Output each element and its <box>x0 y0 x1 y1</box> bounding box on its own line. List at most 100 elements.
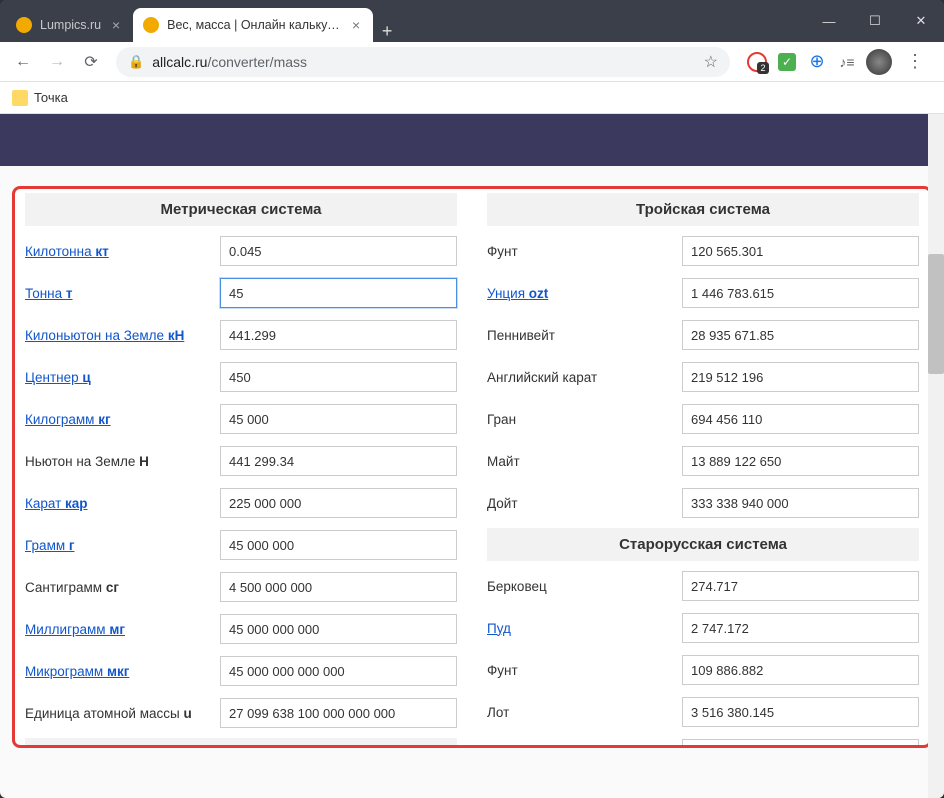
unit-row: Килотонна кт <box>25 234 457 268</box>
value-input[interactable] <box>220 530 457 560</box>
close-icon[interactable]: × <box>349 18 363 32</box>
media-control-icon[interactable]: ♪≡ <box>836 51 858 73</box>
unit-row: Пеннивейт <box>487 318 919 352</box>
globe-extension-icon[interactable]: ⊕ <box>806 51 828 73</box>
address-bar[interactable]: 🔒 allcalc.ru/converter/mass ☆ <box>116 47 730 77</box>
unit-label[interactable]: Килоньютон на Земле кН <box>25 328 220 343</box>
close-icon[interactable]: × <box>109 18 123 32</box>
value-input[interactable] <box>220 278 457 308</box>
unit-row: Английский карат <box>487 360 919 394</box>
favicon-icon <box>16 17 32 33</box>
unit-label[interactable]: Грамм г <box>25 538 220 553</box>
page-header-banner <box>0 114 944 166</box>
unit-row: Унция ozt <box>487 276 919 310</box>
value-input[interactable] <box>682 739 919 748</box>
value-input[interactable] <box>682 571 919 601</box>
value-input[interactable] <box>682 362 919 392</box>
unit-label: Дойт <box>487 496 682 511</box>
unit-row: Сантиграмм сг <box>25 570 457 604</box>
unit-label: Фунт <box>487 244 682 259</box>
close-button[interactable]: ✕ <box>898 0 944 42</box>
unit-label: Сантиграмм сг <box>25 580 220 595</box>
unit-label: Ньютон на Земле Н <box>25 454 220 469</box>
unit-label[interactable]: Миллиграмм мг <box>25 622 220 637</box>
unit-row: Единица атомной массы u <box>25 696 457 730</box>
unit-label: Золотник <box>487 747 682 749</box>
value-input[interactable] <box>220 320 457 350</box>
unit-row: Ньютон на Земле Н <box>25 444 457 478</box>
lock-icon: 🔒 <box>128 54 144 70</box>
unit-label: Пеннивейт <box>487 328 682 343</box>
value-input[interactable] <box>682 697 919 727</box>
value-input[interactable] <box>682 278 919 308</box>
folder-icon <box>12 90 28 106</box>
unit-label[interactable]: Пуд <box>487 621 682 636</box>
bookmark-star-icon[interactable]: ☆ <box>704 52 718 72</box>
unit-row: Миллиграмм мг <box>25 612 457 646</box>
unit-label[interactable]: Микрограмм мкг <box>25 664 220 679</box>
unit-label[interactable]: Унция ozt <box>487 286 682 301</box>
unit-row: Грамм г <box>25 528 457 562</box>
value-input[interactable] <box>682 404 919 434</box>
profile-avatar[interactable] <box>866 49 892 75</box>
value-input[interactable] <box>220 446 457 476</box>
value-input[interactable] <box>220 572 457 602</box>
reload-button[interactable]: ⟳ <box>76 47 106 77</box>
value-input[interactable] <box>682 236 919 266</box>
forward-button[interactable]: → <box>42 47 72 77</box>
unit-row: Карат кар <box>25 486 457 520</box>
unit-label: Единица атомной массы u <box>25 706 220 721</box>
opera-extension-icon[interactable]: 2 <box>746 51 768 73</box>
unit-row: Дойт <box>487 486 919 520</box>
unit-row: Гран <box>487 402 919 436</box>
unit-row: Микрограмм мкг <box>25 654 457 688</box>
value-input[interactable] <box>682 320 919 350</box>
unit-label: Английский карат <box>487 370 682 385</box>
value-input[interactable] <box>220 404 457 434</box>
unit-row: Килограмм кг <box>25 402 457 436</box>
tab-allcalc[interactable]: Вес, масса | Онлайн калькулятор × <box>133 8 373 42</box>
value-input[interactable] <box>220 698 457 728</box>
value-input[interactable] <box>682 655 919 685</box>
value-input[interactable] <box>220 236 457 266</box>
unit-label[interactable]: Центнер ц <box>25 370 220 385</box>
unit-label[interactable]: Килограмм кг <box>25 412 220 427</box>
value-input[interactable] <box>220 656 457 686</box>
value-input[interactable] <box>220 614 457 644</box>
value-input[interactable] <box>220 362 457 392</box>
converter-panel: Метрическая система Килотонна ктТонна тК… <box>12 186 932 748</box>
tab-lumpics[interactable]: Lumpics.ru × <box>6 8 133 42</box>
favicon-icon <box>143 17 159 33</box>
unit-row: Пуд <box>487 611 919 645</box>
unit-row: Лот <box>487 695 919 729</box>
section-heading-american: Американская система - avoirdupois <box>25 738 457 748</box>
value-input[interactable] <box>682 613 919 643</box>
value-input[interactable] <box>220 488 457 518</box>
unit-row: Фунт <box>487 234 919 268</box>
check-extension-icon[interactable]: ✓ <box>776 51 798 73</box>
unit-label: Лот <box>487 705 682 720</box>
section-heading-troy: Тройская система <box>487 193 919 226</box>
maximize-button[interactable]: ☐ <box>852 0 898 42</box>
unit-label: Гран <box>487 412 682 427</box>
back-button[interactable]: ← <box>8 47 38 77</box>
tab-title: Вес, масса | Онлайн калькулятор <box>167 18 341 32</box>
unit-label[interactable]: Тонна т <box>25 286 220 301</box>
value-input[interactable] <box>682 446 919 476</box>
unit-row: Майт <box>487 444 919 478</box>
unit-label[interactable]: Карат кар <box>25 496 220 511</box>
unit-label: Фунт <box>487 663 682 678</box>
menu-button[interactable]: ⋮ <box>900 51 930 72</box>
unit-label[interactable]: Килотонна кт <box>25 244 220 259</box>
bookmark-item[interactable]: Точка <box>34 90 68 105</box>
value-input[interactable] <box>682 488 919 518</box>
new-tab-button[interactable]: + <box>373 21 401 42</box>
unit-row: Золотник <box>487 737 919 748</box>
unit-label: Майт <box>487 454 682 469</box>
scrollbar[interactable] <box>928 114 944 798</box>
minimize-button[interactable]: ― <box>806 0 852 42</box>
unit-row: Тонна т <box>25 276 457 310</box>
url-text: allcalc.ru/converter/mass <box>152 54 307 70</box>
unit-label: Берковец <box>487 579 682 594</box>
unit-row: Берковец <box>487 569 919 603</box>
